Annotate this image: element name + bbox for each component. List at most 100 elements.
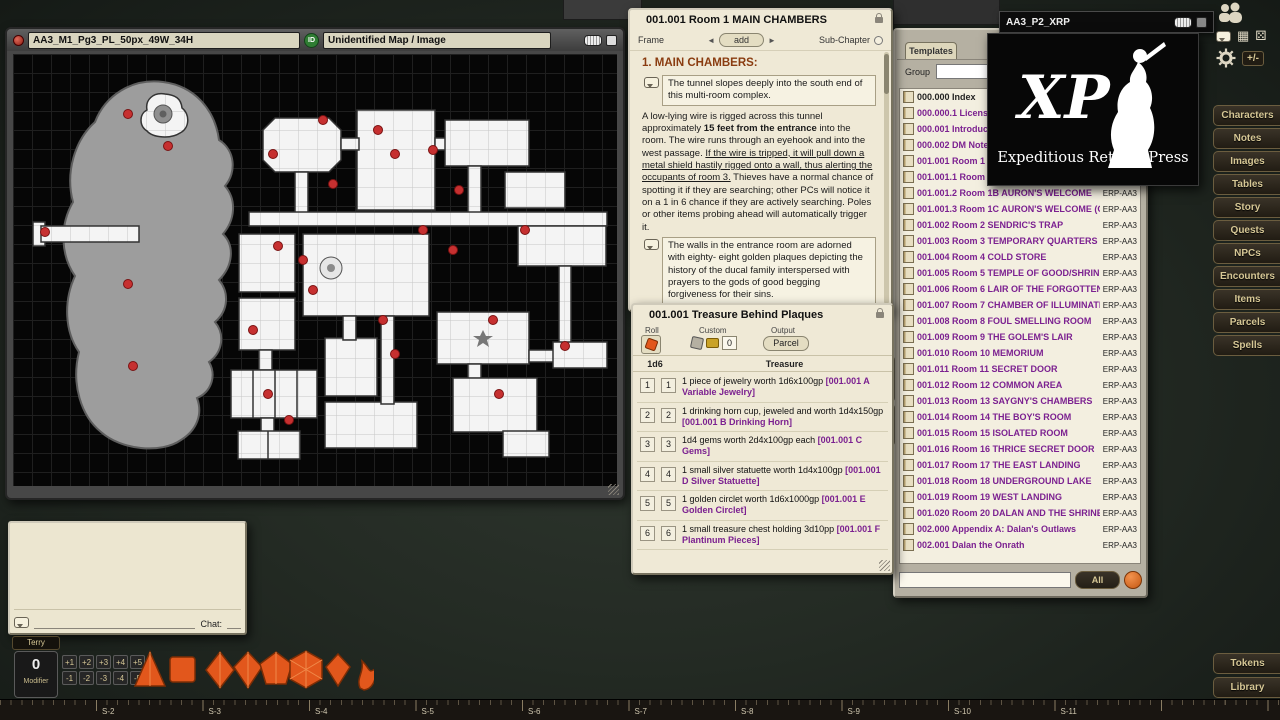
chat-input-line[interactable]	[227, 617, 241, 629]
library-entry[interactable]: 001.012 Room 12 COMMON AREAERP-AA3	[900, 377, 1140, 393]
modifier-button-+1[interactable]: +1	[62, 655, 77, 669]
library-entry[interactable]: 001.015 Room 15 ISOLATED ROOMERP-AA3	[900, 425, 1140, 441]
scrollbar-thumb[interactable]	[884, 54, 889, 94]
treasure-resize-handle[interactable]	[879, 560, 890, 571]
treasure-row[interactable]: 551 golden circlet worth 1d6x1000gp [001…	[637, 491, 888, 521]
library-entry[interactable]: 001.018 Room 18 UNDERGROUND LAKEERP-AA3	[900, 473, 1140, 489]
library-entry[interactable]: 001.009 Room 9 THE GOLEM'S LAIRERP-AA3	[900, 329, 1140, 345]
entry-label: 001.009 Room 9 THE GOLEM'S LAIR	[917, 332, 1100, 342]
library-entry[interactable]: 001.005 Room 5 TEMPLE OF GOOD/SHRINE OF …	[900, 265, 1140, 281]
library-entry[interactable]: 001.013 Room 13 SAYGNY'S CHAMBERSERP-AA3	[900, 393, 1140, 409]
sidebar-button-quests[interactable]: Quests	[1213, 220, 1280, 241]
sidebar-button-characters[interactable]: Characters	[1213, 105, 1280, 126]
dice-panel-icon[interactable]: ⚄	[1255, 28, 1266, 44]
library-entry[interactable]: 001.010 Room 10 MEMORIUMERP-AA3	[900, 345, 1140, 361]
library-entry[interactable]: 001.019 Room 19 WEST LANDINGERP-AA3	[900, 489, 1140, 505]
treasure-row[interactable]: 221 drinking horn cup, jeweled and worth…	[637, 403, 888, 433]
die-icon[interactable]	[606, 35, 617, 46]
treasure-text: 1 golden circlet worth 1d6x1000gp	[682, 494, 822, 504]
library-entry[interactable]: 001.008 Room 8 FOUL SMELLING ROOMERP-AA3	[900, 313, 1140, 329]
chat-input-line[interactable]	[34, 617, 195, 629]
share-icon[interactable]	[584, 35, 602, 46]
modifier-button-+2[interactable]: +2	[79, 655, 94, 669]
modifier-button-+4[interactable]: +4	[113, 655, 128, 669]
custom-value-field[interactable]: 0	[722, 336, 737, 350]
add-frame-button[interactable]: add	[719, 33, 764, 47]
sidebar-button-notes[interactable]: Notes	[1213, 128, 1280, 149]
publisher-logo[interactable]: XP Expeditious Retreat Press	[987, 33, 1199, 186]
library-entry[interactable]: 001.004 Room 4 COLD STOREERP-AA3	[900, 249, 1140, 265]
die-icon[interactable]	[1196, 17, 1207, 28]
modifier-box[interactable]: 0 Modifier	[14, 651, 58, 698]
lock-icon[interactable]	[875, 17, 883, 23]
xrp-window-titlebar[interactable]: AA3_P2_XRP	[999, 11, 1214, 33]
treasure-window-titlebar[interactable]: 001.001 Treasure Behind Plaques	[633, 305, 892, 325]
modifier-button--1[interactable]: -1	[62, 671, 77, 685]
sidebar-button-items[interactable]: Items	[1213, 289, 1280, 310]
map-type-field[interactable]: Unidentified Map / Image	[323, 32, 551, 49]
library-entry[interactable]: 001.011 Room 11 SECRET DOORERP-AA3	[900, 361, 1140, 377]
pointer-flame-icon[interactable]	[359, 661, 374, 690]
roll-dice-button[interactable]	[641, 335, 661, 354]
library-entry[interactable]: 002.000 Appendix A: Dalan's OutlawsERP-A…	[900, 521, 1140, 537]
sidebar-button-spells[interactable]: Spells	[1213, 335, 1280, 356]
library-entry[interactable]: 001.006 Room 6 LAIR OF THE FORGOTTENERP-…	[900, 281, 1140, 297]
sidebar-button-tokens[interactable]: Tokens	[1213, 653, 1280, 674]
treasure-row[interactable]: 441 small silver statuette worth 1d4x100…	[637, 462, 888, 492]
hidden-window-edge[interactable]	[893, 0, 1000, 25]
library-entry[interactable]: 001.007 Room 7 CHAMBER OF ILLUMINATIONER…	[900, 297, 1140, 313]
map-name-field[interactable]: AA3_M1_Pg3_PL_50px_49W_34H	[28, 32, 300, 49]
map-window-titlebar[interactable]: AA3_M1_Pg3_PL_50px_49W_34H ID Unidentifi…	[7, 29, 623, 51]
modifier-button--2[interactable]: -2	[79, 671, 94, 685]
gear-options-icon[interactable]	[1216, 48, 1236, 68]
sidebar-button-story[interactable]: Story	[1213, 197, 1280, 218]
library-entry[interactable]: 001.017 Room 17 THE EAST LANDINGERP-AA3	[900, 457, 1140, 473]
next-frame-arrow[interactable]: ►	[768, 36, 776, 45]
modifier-button-+3[interactable]: +3	[96, 655, 111, 669]
sidebar-button-parcels[interactable]: Parcels	[1213, 312, 1280, 333]
sidebar-button-images[interactable]: Images	[1213, 151, 1280, 172]
entry-label: 001.010 Room 10 MEMORIUM	[917, 348, 1100, 358]
characters-select-icon[interactable]	[1216, 2, 1244, 24]
share-icon[interactable]	[1174, 17, 1192, 28]
lock-icon[interactable]	[876, 312, 884, 318]
library-entry[interactable]: 001.016 Room 16 THRICE SECRET DOORERP-AA…	[900, 441, 1140, 457]
treasure-row[interactable]: 661 small treasure chest holding 3d10pp …	[637, 521, 888, 551]
library-entry[interactable]: 001.020 Room 20 DALAN AND THE SHRINE OF …	[900, 505, 1140, 521]
sidebar-button-encounters[interactable]: Encounters	[1213, 266, 1280, 287]
sidebar-button-npcs[interactable]: NPCs	[1213, 243, 1280, 264]
identity-tab[interactable]: Terry	[12, 636, 60, 650]
sidebar-button-library[interactable]: Library	[1213, 677, 1280, 698]
chat-toggle-icon[interactable]	[1216, 31, 1231, 42]
modifier-button--4[interactable]: -4	[113, 671, 128, 685]
die-d6-icon[interactable]	[170, 657, 195, 682]
module-activation-button[interactable]	[1124, 571, 1142, 589]
treasure-row[interactable]: 331d4 gems worth 2d4x100gp each [001.001…	[637, 432, 888, 462]
grid-panel-icon[interactable]: ▦	[1237, 28, 1249, 44]
coins-icon[interactable]	[706, 338, 719, 348]
library-entry[interactable]: 001.014 Room 14 THE BOY'S ROOMERP-AA3	[900, 409, 1140, 425]
library-search-input[interactable]	[899, 572, 1071, 588]
subchapter-radio[interactable]	[874, 36, 883, 45]
modifier-value: 0	[15, 652, 57, 678]
map-resize-handle[interactable]	[608, 484, 619, 495]
modifier-button--3[interactable]: -3	[96, 671, 111, 685]
parcel-output-button[interactable]: Parcel	[763, 336, 809, 351]
tab-templates[interactable]: Templates	[905, 42, 957, 60]
library-entry[interactable]: 001.002 Room 2 SENDRIC'S TRAPERP-AA3	[900, 217, 1140, 233]
library-entry[interactable]: 001.001.3 Room 1C AURON'S WELCOME (Copy)…	[900, 201, 1140, 217]
zoom-plus-minus-button[interactable]: +/-	[1242, 51, 1264, 66]
story-scrollbar[interactable]	[884, 52, 889, 304]
library-entry[interactable]: 001.001.2 Room 1B AURON'S WELCOMEERP-AA3	[900, 185, 1140, 201]
library-entry[interactable]: 002.001 Dalan the OnrathERP-AA3	[900, 537, 1140, 553]
dungeon-map-canvas[interactable]	[13, 54, 617, 486]
die-d100-icon[interactable]	[326, 654, 350, 686]
prev-frame-arrow[interactable]: ◄	[707, 36, 715, 45]
story-window-titlebar[interactable]: 001.001 Room 1 MAIN CHAMBERS	[630, 10, 891, 30]
library-entry[interactable]: 001.003 Room 3 TEMPORARY QUARTERSERP-AA3	[900, 233, 1140, 249]
all-filter-button[interactable]: All	[1075, 571, 1120, 589]
sidebar-button-tables[interactable]: Tables	[1213, 174, 1280, 195]
treasure-row[interactable]: 111 piece of jewelry worth 1d6x100gp [00…	[637, 373, 888, 403]
parcel-link[interactable]: [001.001 B Drinking Horn]	[682, 417, 792, 427]
custom-die-icon[interactable]	[690, 336, 704, 350]
